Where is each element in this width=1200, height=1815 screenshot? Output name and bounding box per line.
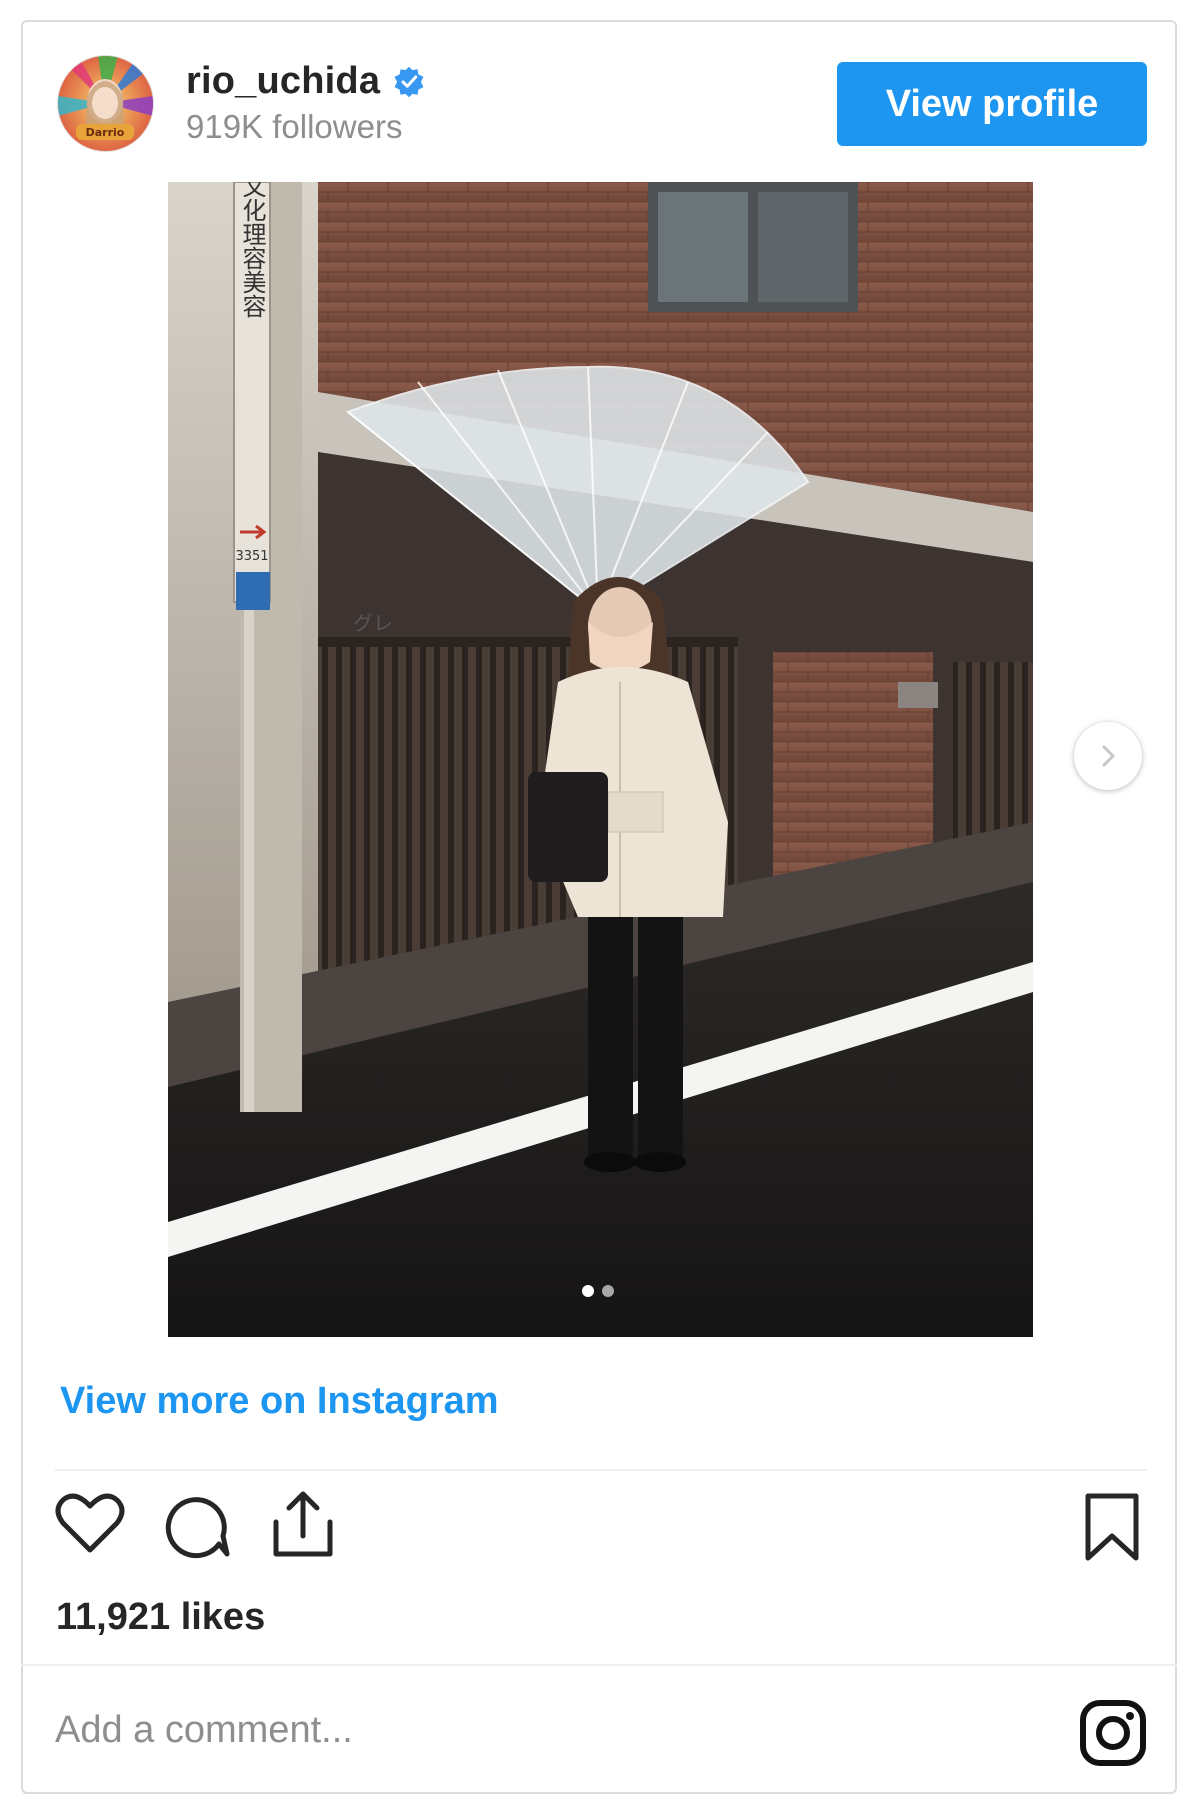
post-photo[interactable]: 国際文化理容美容 3351 グレ <box>168 182 1033 1337</box>
instagram-logo-icon[interactable] <box>1078 1698 1148 1773</box>
followers-count: 919K followers <box>186 108 403 145</box>
comment-icon[interactable] <box>163 1492 231 1565</box>
gate-sign-text: グレ <box>353 611 393 635</box>
comment-input[interactable] <box>55 1700 955 1760</box>
bookmark-icon[interactable] <box>1082 1492 1142 1569</box>
avatar-label: Darrio <box>86 126 125 139</box>
pole-sign-text: 国際文化理容美容 <box>238 182 266 318</box>
pole-sign-number: 3351 <box>235 549 268 564</box>
likes-count: 11,921 likes <box>56 1596 266 1638</box>
username-row: rio_uchida <box>186 60 426 103</box>
view-profile-button[interactable]: View profile <box>837 62 1147 146</box>
carousel-next-button[interactable] <box>1074 722 1142 790</box>
verified-badge-icon <box>392 65 426 99</box>
divider <box>55 1469 1147 1471</box>
username[interactable]: rio_uchida <box>186 60 380 103</box>
carousel-dot-active[interactable] <box>582 1285 594 1297</box>
chevron-right-icon <box>1102 745 1115 767</box>
divider <box>21 1664 1177 1666</box>
share-icon[interactable] <box>268 1488 338 1565</box>
carousel-dot[interactable] <box>602 1285 614 1297</box>
heart-icon[interactable] <box>55 1492 125 1559</box>
view-more-link[interactable]: View more on Instagram <box>60 1380 499 1423</box>
avatar[interactable]: Darrio <box>57 55 154 152</box>
